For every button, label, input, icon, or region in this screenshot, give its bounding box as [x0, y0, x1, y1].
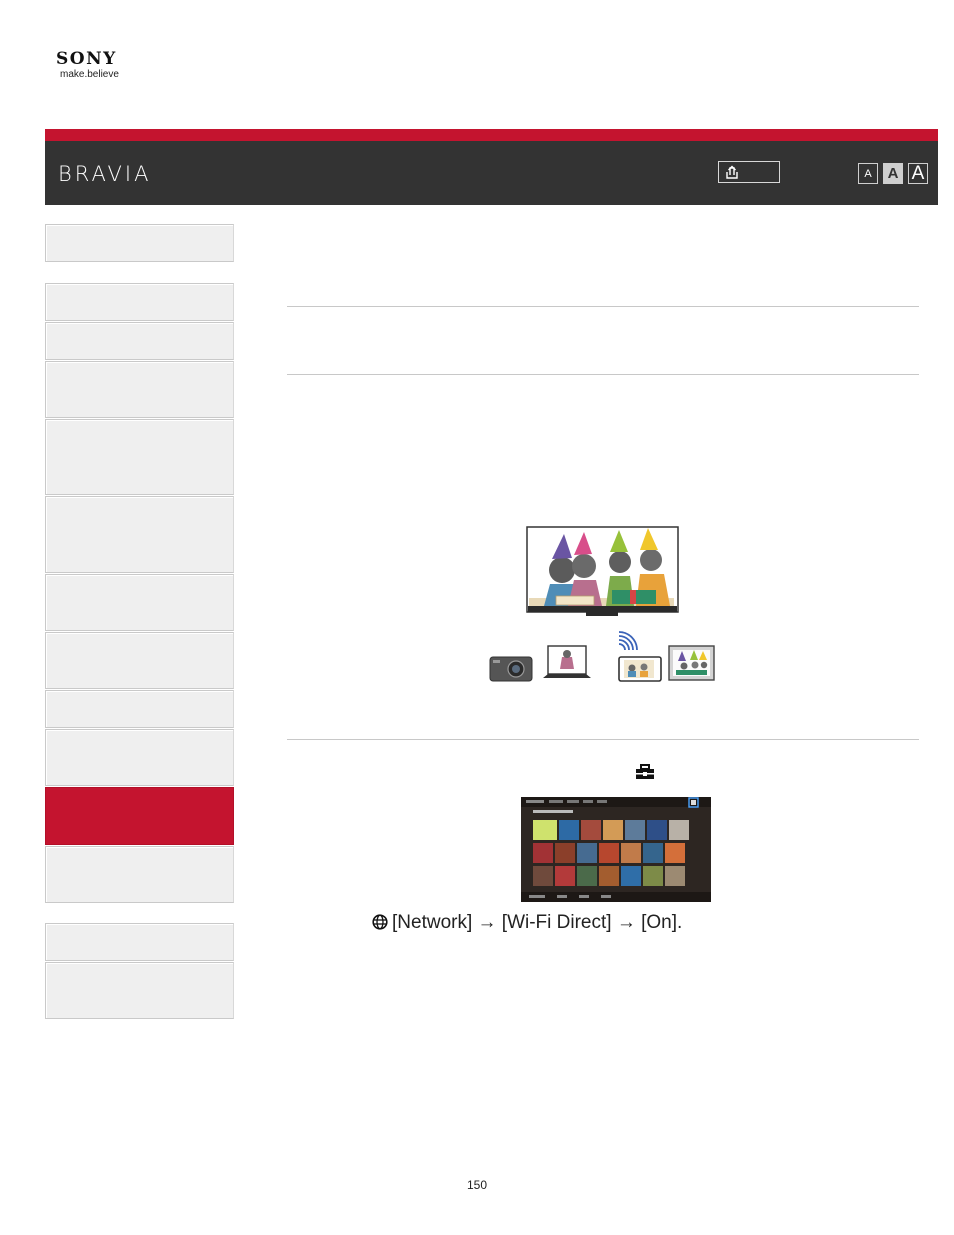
globe-icon: [372, 914, 388, 930]
tablet-icon: [668, 645, 715, 681]
menu-path-instruction: [Network] → [Wi-Fi Direct] → [On].: [372, 912, 682, 934]
font-size-medium-button[interactable]: A: [883, 163, 903, 184]
sidebar-item-9[interactable]: [45, 690, 234, 728]
sidebar-item-5[interactable]: [45, 419, 234, 495]
wifi-signal-icon: [618, 631, 638, 651]
sony-logo: SONY make.believe: [56, 50, 119, 80]
sidebar-item-10[interactable]: [45, 729, 234, 786]
sidebar-item-8[interactable]: [45, 632, 234, 689]
sidebar-item-7[interactable]: [45, 574, 234, 631]
content-divider-1: [287, 306, 919, 307]
page-number: 150: [466, 1178, 488, 1192]
font-size-small-button[interactable]: A: [858, 163, 878, 184]
toolbox-icon: [636, 764, 654, 779]
header-accent-bar: [45, 129, 938, 141]
smartphone-icon: [618, 656, 662, 682]
sidebar-item-11-active[interactable]: [45, 787, 234, 845]
camera-icon: [489, 656, 533, 682]
sony-tagline: make.believe: [60, 69, 119, 80]
sidebar-item-3[interactable]: [45, 322, 234, 360]
sidebar-item-6[interactable]: [45, 496, 234, 573]
tv-party-illustration: [526, 526, 679, 616]
sidebar-item-12[interactable]: [45, 846, 234, 903]
sidebar-item-4[interactable]: [45, 361, 234, 418]
home-menu-screenshot: [521, 797, 711, 902]
content-divider-3: [287, 739, 919, 740]
laptop-icon: [543, 645, 591, 678]
font-size-large-button[interactable]: A: [908, 163, 928, 184]
print-icon: [726, 165, 738, 179]
bravia-logo: BRAVIA: [58, 162, 152, 186]
print-button[interactable]: [718, 161, 780, 183]
header-bar: [45, 141, 938, 205]
sony-wordmark: SONY: [56, 49, 117, 69]
content-divider-2: [287, 374, 919, 375]
sidebar-item-14[interactable]: [45, 962, 234, 1019]
sidebar-item-2[interactable]: [45, 283, 234, 321]
sidebar-item-1[interactable]: [45, 224, 234, 262]
sidebar-item-13[interactable]: [45, 923, 234, 961]
menu-path-text: [Network] → [Wi-Fi Direct] → [On].: [392, 912, 683, 933]
